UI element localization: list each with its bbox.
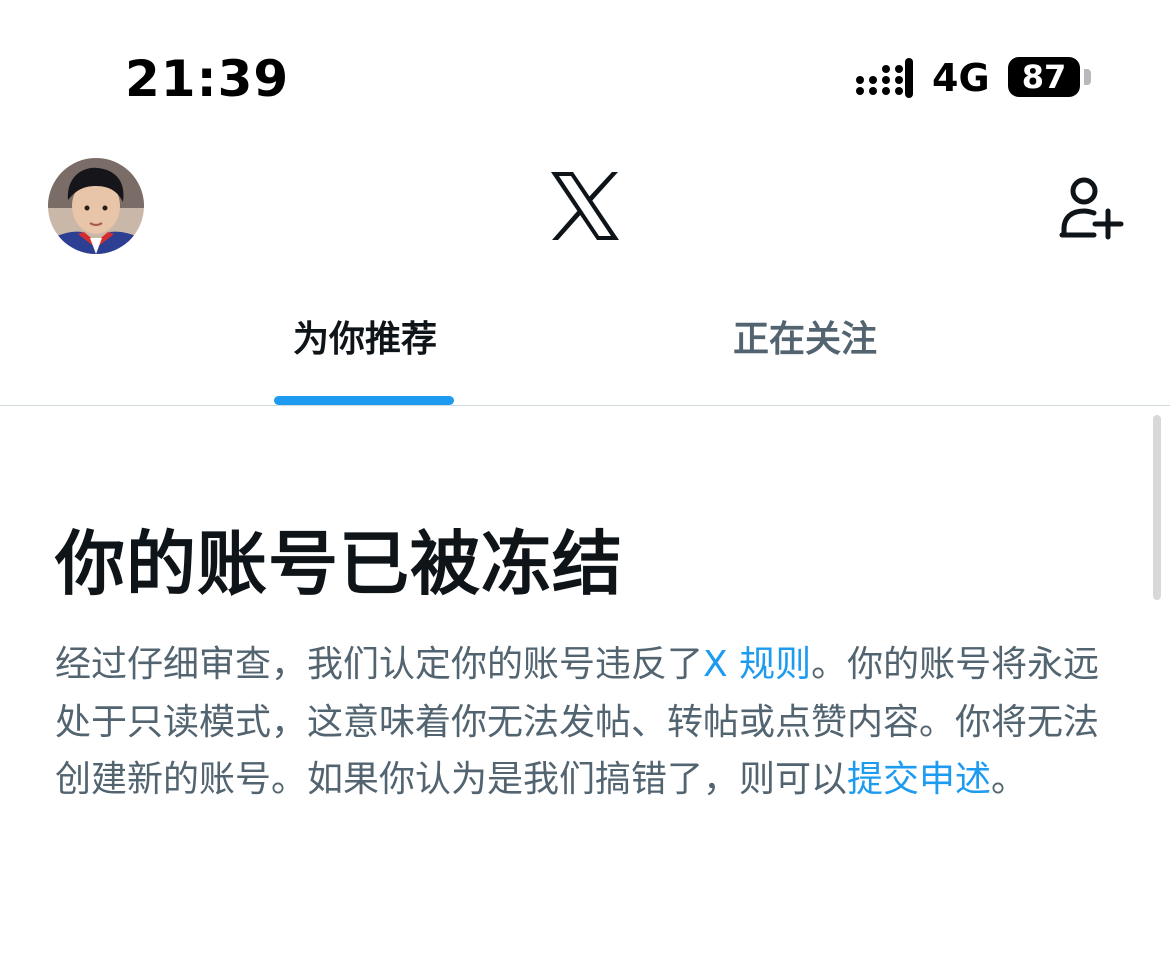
user-avatar-icon bbox=[48, 158, 144, 254]
suspension-message: 经过仔细审查，我们认定你的账号违反了X 规则。你的账号将永远处于只读模式，这意味… bbox=[55, 636, 1125, 809]
x-logo-icon[interactable] bbox=[549, 170, 621, 242]
active-tab-indicator bbox=[274, 396, 454, 405]
x-rules-link[interactable]: X 规则 bbox=[703, 644, 811, 685]
network-type: 4G bbox=[932, 56, 990, 100]
battery-level: 87 bbox=[1021, 58, 1067, 96]
timeline-tabs: 为你推荐 正在关注 bbox=[0, 290, 1170, 406]
message-text-end: 。 bbox=[991, 759, 1028, 800]
status-time: 21:39 bbox=[125, 50, 290, 108]
status-bar: 21:39 4G 87 bbox=[0, 0, 1170, 150]
profile-avatar[interactable] bbox=[48, 158, 144, 254]
battery-icon: 87 bbox=[1008, 57, 1080, 97]
tab-following[interactable]: 正在关注 bbox=[680, 290, 930, 406]
battery-cap bbox=[1084, 69, 1091, 85]
tab-for-you[interactable]: 为你推荐 bbox=[240, 290, 490, 406]
message-text-1: 经过仔细审查，我们认定你的账号违反了 bbox=[55, 644, 704, 685]
cellular-signal-icon bbox=[856, 58, 913, 98]
suspension-title: 你的账号已被冻结 bbox=[55, 523, 623, 605]
submit-appeal-link[interactable]: 提交申述 bbox=[847, 759, 991, 800]
scrollbar[interactable] bbox=[1153, 415, 1161, 600]
add-user-icon[interactable] bbox=[1058, 175, 1124, 241]
